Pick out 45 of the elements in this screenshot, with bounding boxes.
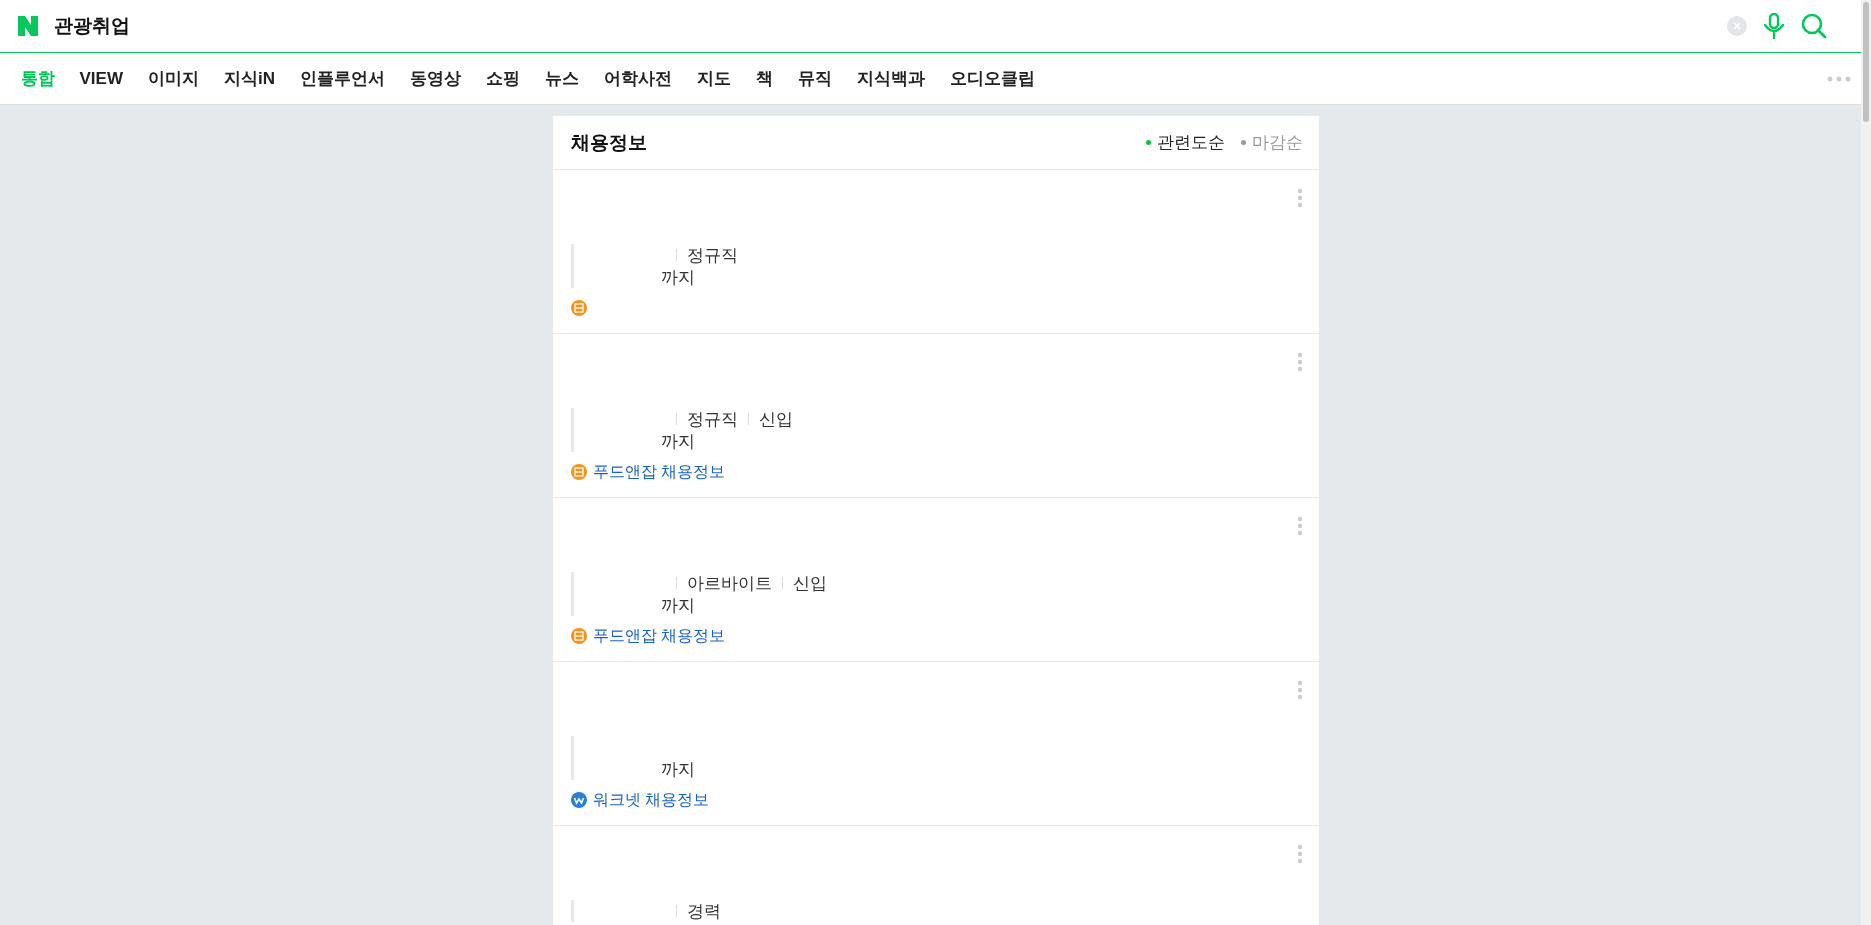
source-link[interactable]: 푸드앤잡 채용정보 xyxy=(592,461,725,483)
microphone-icon[interactable] xyxy=(1763,13,1785,39)
job-tag: 아르바이트 xyxy=(686,571,772,595)
nav-tab[interactable]: 이미지 xyxy=(135,67,212,90)
job-tag: 경력 xyxy=(686,899,721,923)
nav-tab[interactable]: 인플루언서 xyxy=(287,67,398,90)
job-tag: 정규직 xyxy=(686,243,738,267)
source-link[interactable]: 워크넷 채용정보 xyxy=(592,789,709,811)
more-icon[interactable] xyxy=(1827,75,1851,82)
search-icon[interactable] xyxy=(1801,13,1827,39)
deadline-text: 까지 xyxy=(660,266,695,289)
food-logo-icon xyxy=(570,300,587,316)
job-tag: 신입 xyxy=(758,407,793,431)
job-tag: 신입 xyxy=(792,571,827,595)
nav-tab[interactable]: VIEW xyxy=(67,68,136,89)
bullet-icon xyxy=(1240,140,1246,145)
more-icon[interactable] xyxy=(1296,188,1303,208)
scrollbar[interactable] xyxy=(1861,0,1871,925)
nav-tab[interactable]: 어학사전 xyxy=(591,67,685,90)
sort-option[interactable]: 관련도순 xyxy=(1145,131,1225,154)
nav-tab[interactable]: 지식iN xyxy=(211,67,288,90)
food-logo-icon xyxy=(570,628,587,644)
more-icon[interactable] xyxy=(1296,844,1303,864)
more-icon[interactable] xyxy=(1296,352,1303,372)
nav-tab[interactable]: 뉴스 xyxy=(532,67,592,90)
nav-tab[interactable]: 쇼핑 xyxy=(473,67,533,90)
nav-tab[interactable]: 지식백과 xyxy=(844,67,938,90)
food-logo-icon xyxy=(570,464,587,480)
more-icon[interactable] xyxy=(1296,680,1303,700)
nav-tab[interactable]: 지도 xyxy=(684,67,744,90)
nav-tab[interactable]: 뮤직 xyxy=(785,67,845,90)
nav-tab[interactable]: 책 xyxy=(743,67,786,90)
more-icon[interactable] xyxy=(1296,516,1303,536)
section-title: 채용정보 xyxy=(570,130,648,155)
w-logo-icon xyxy=(570,792,587,808)
deadline-text: 까지 xyxy=(660,594,695,617)
nav-tab[interactable]: 동영상 xyxy=(397,67,474,90)
deadline-text: 까지 xyxy=(660,430,695,453)
source-link[interactable]: 푸드앤잡 채용정보 xyxy=(592,625,725,647)
deadline-text: 까지 xyxy=(660,758,695,781)
clear-icon[interactable] xyxy=(1727,16,1747,36)
job-tag: 정규직 xyxy=(686,407,738,431)
n-logo-icon[interactable] xyxy=(18,16,38,36)
bullet-icon xyxy=(1145,140,1151,145)
nav-tab[interactable]: 오디오클립 xyxy=(937,67,1048,90)
